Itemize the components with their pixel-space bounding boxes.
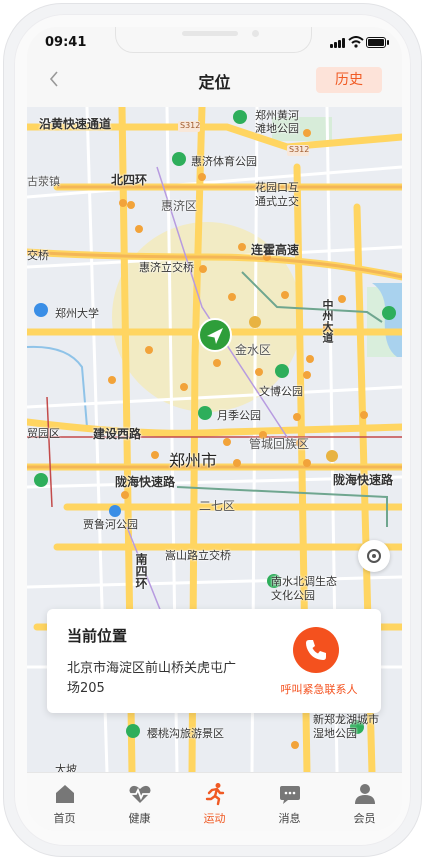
map-label: 沿黄快速通道 — [39, 117, 112, 131]
map-label: 湿地公园 — [313, 727, 357, 740]
map-label: 文博公园 — [259, 385, 303, 398]
heart-pulse-icon — [129, 785, 151, 803]
map-label: 月季公园 — [217, 409, 261, 422]
emergency-call-button[interactable] — [293, 627, 339, 673]
map-label: 贾鲁河公园 — [83, 518, 138, 531]
tab-messages[interactable]: 消息 — [252, 773, 327, 831]
tab-label: 健康 — [128, 812, 151, 825]
map-label: 建设西路 — [93, 427, 142, 441]
road-shield: S312 — [180, 121, 201, 130]
tab-health[interactable]: 健康 — [102, 773, 177, 831]
emergency-call-label[interactable]: 呼叫紧急联系人 — [269, 681, 369, 697]
map-label-city: 郑州市 — [169, 451, 218, 470]
map-label: 金水区 — [235, 343, 272, 357]
status-time: 09:41 — [45, 35, 87, 50]
wifi-icon — [348, 36, 364, 48]
battery-icon — [366, 37, 389, 48]
map-label: 惠济体育公园 — [191, 155, 257, 168]
map-label: 贸园区 — [27, 427, 60, 440]
app-screen: 09:41 定位 历史 沿黄快速通道 S312 S312 郑州黄河 滩地公园 惠… — [27, 27, 402, 831]
location-card: 当前位置 北京市海淀区前山桥关虎屯广场205 呼叫紧急联系人 — [47, 609, 381, 713]
tab-sport[interactable]: 运动 — [177, 773, 252, 831]
map-label: 文化公园 — [271, 589, 315, 602]
tab-label: 运动 — [203, 812, 226, 825]
history-button[interactable]: 历史 — [316, 67, 382, 93]
current-address: 北京市海淀区前山桥关虎屯广场205 — [67, 661, 237, 696]
nav-bar: 定位 历史 — [27, 55, 402, 107]
map-label: 管城回族区 — [249, 437, 310, 451]
map-label: 惠济区 — [161, 199, 198, 213]
map-label: 郑州大学 — [55, 307, 99, 320]
home-icon — [56, 785, 74, 803]
signal-icon — [330, 38, 346, 48]
current-location-icon[interactable] — [197, 317, 233, 353]
map-label: 二七区 — [199, 499, 236, 513]
map-label: 陇海快速路 — [115, 475, 176, 489]
map-label: 古荥镇 — [27, 175, 60, 188]
status-bar: 09:41 — [27, 27, 402, 55]
road-shield: S312 — [289, 145, 310, 154]
phone-icon — [306, 640, 326, 660]
map-label: 连霍高速 — [251, 243, 300, 257]
tab-label: 消息 — [278, 812, 301, 825]
map-label: 陇海快速路 — [333, 473, 394, 487]
chat-icon — [280, 786, 300, 804]
map-label: 樱桃沟旅游景区 — [147, 727, 224, 740]
tab-label: 会员 — [353, 812, 376, 825]
map-label: 通式立交 — [255, 195, 299, 208]
running-icon — [205, 783, 225, 806]
map-label: 南四环 — [134, 553, 148, 589]
tab-home[interactable]: 首页 — [27, 773, 102, 831]
user-icon — [355, 784, 375, 804]
map-label: 滩地公园 — [255, 122, 299, 135]
card-title: 当前位置 — [67, 627, 128, 645]
tab-member[interactable]: 会员 — [327, 773, 402, 831]
map-label: 嵩山路立交桥 — [165, 549, 231, 562]
map-label: 交桥 — [27, 249, 49, 262]
locate-me-button[interactable] — [358, 540, 390, 572]
tab-bar: 首页 健康 运动 消息 会员 — [27, 772, 402, 831]
notch — [115, 27, 312, 53]
tab-label: 首页 — [53, 812, 76, 825]
map-label: 北四环 — [111, 173, 148, 187]
map-label: 惠济立交桥 — [139, 261, 194, 274]
map-label: 中州大道 — [321, 299, 334, 343]
